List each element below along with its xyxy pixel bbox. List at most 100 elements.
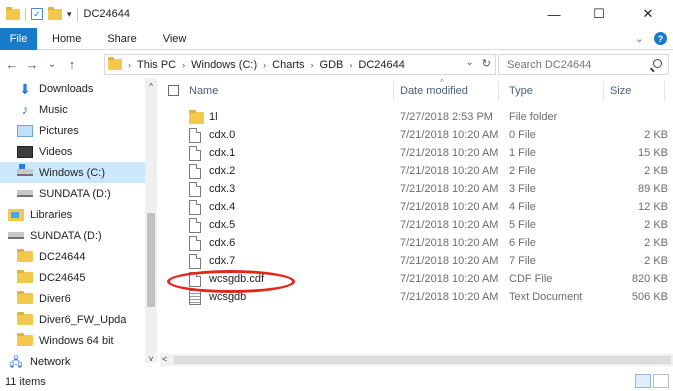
new-folder-icon[interactable] xyxy=(48,6,62,20)
search-input[interactable] xyxy=(507,58,647,71)
sidebar-item-sundata-d[interactable]: SUNDATA (D:) xyxy=(0,183,158,204)
sidebar-item-dc24645[interactable]: DC24645 xyxy=(0,267,158,288)
file-name: 1l xyxy=(209,111,218,123)
column-divider[interactable] xyxy=(498,81,499,101)
file-date: 7/21/2018 10:20 AM xyxy=(400,237,499,249)
file-row-cdx4[interactable]: cdx.4 7/21/2018 10:20 AM 4 File 12 KB xyxy=(160,199,673,217)
sidebar-item-sundata-d-root[interactable]: SUNDATA (D:) xyxy=(0,225,158,246)
scroll-up-arrow[interactable]: ^ xyxy=(145,82,157,91)
sidebar-item-dc24644[interactable]: DC24644 xyxy=(0,246,158,267)
sidebar-item-label: Windows (C:) xyxy=(39,166,106,179)
sidebar-item-music[interactable]: ♪ Music xyxy=(0,99,158,120)
folder-icon xyxy=(17,312,33,325)
breadcrumb-this-pc[interactable]: This PC xyxy=(137,59,176,71)
file-row-1l[interactable]: 1l 7/27/2018 2:53 PM File folder xyxy=(160,109,673,127)
back-button[interactable]: ← xyxy=(2,57,22,72)
file-row-cdx5[interactable]: cdx.5 7/21/2018 10:20 AM 5 File 2 KB xyxy=(160,217,673,235)
drive-icon xyxy=(8,232,24,239)
refresh-icon[interactable]: ↻ xyxy=(482,57,491,70)
breadcrumb-separator[interactable]: › xyxy=(128,60,131,70)
file-type: File folder xyxy=(509,111,558,123)
recent-locations-button[interactable]: ⌄ xyxy=(42,59,62,70)
forward-button[interactable]: → xyxy=(22,57,42,72)
file-type: 7 File xyxy=(509,255,536,267)
file-icon xyxy=(189,218,201,233)
column-divider[interactable] xyxy=(664,81,665,101)
details-view-icon[interactable] xyxy=(635,374,651,388)
file-type: 3 File xyxy=(509,183,536,195)
sidebar-item-diver6-fw[interactable]: Diver6_FW_Upda xyxy=(0,309,158,330)
address-dropdown-icon[interactable]: ⌄ xyxy=(465,57,473,70)
column-divider[interactable] xyxy=(603,81,604,101)
file-name: cdx.2 xyxy=(209,165,236,177)
file-row-cdx0[interactable]: cdx.0 7/21/2018 10:20 AM 0 File 2 KB xyxy=(160,127,673,145)
horizontal-scrollbar-thumb[interactable] xyxy=(174,356,671,364)
sidebar-item-downloads[interactable]: ⬇ Downloads xyxy=(0,78,158,99)
breadcrumb-gdb[interactable]: GDB xyxy=(320,59,344,71)
sidebar-item-network[interactable]: 🖧 Network xyxy=(0,351,158,372)
breadcrumb-windows-c[interactable]: Windows (C:) xyxy=(191,59,257,71)
sidebar-item-label: Diver6 xyxy=(39,292,71,305)
tab-view[interactable]: View xyxy=(150,33,200,45)
file-row-cdx7[interactable]: cdx.7 7/21/2018 10:20 AM 7 File 2 KB xyxy=(160,253,673,271)
breadcrumb-charts[interactable]: Charts xyxy=(272,59,304,71)
file-type: 6 File xyxy=(509,237,536,249)
select-all-checkbox[interactable] xyxy=(168,85,179,96)
sidebar-item-windows-64[interactable]: Windows 64 bit xyxy=(0,330,158,351)
scroll-left-arrow[interactable]: < xyxy=(162,354,167,364)
file-size: 2 KB xyxy=(644,219,668,231)
properties-check-icon[interactable]: ✓ xyxy=(31,8,43,20)
search-icon[interactable] xyxy=(653,59,662,68)
folder-icon xyxy=(17,270,33,283)
breadcrumb-separator[interactable]: › xyxy=(182,60,185,70)
view-switcher xyxy=(635,374,669,388)
file-name: cdx.4 xyxy=(209,201,236,213)
file-icon xyxy=(189,128,201,143)
nav-scrollbar-thumb[interactable] xyxy=(147,213,155,307)
breadcrumb-separator[interactable]: › xyxy=(349,60,352,70)
file-size: 12 KB xyxy=(638,201,668,213)
column-header-type[interactable]: Type xyxy=(509,78,533,104)
column-divider[interactable] xyxy=(393,81,394,101)
file-row-cdx6[interactable]: cdx.6 7/21/2018 10:20 AM 6 File 2 KB xyxy=(160,235,673,253)
file-date: 7/21/2018 10:20 AM xyxy=(400,183,499,195)
sidebar-item-windows-c[interactable]: Windows (C:) xyxy=(0,162,145,183)
customize-toolbar-arrow[interactable]: ▾ xyxy=(67,9,72,20)
column-header-date[interactable]: Date modified xyxy=(400,78,468,104)
column-header-name[interactable]: Name xyxy=(189,78,218,104)
title-bar: ✓ ▾ DC24644 — ☐ ✕ xyxy=(0,0,673,28)
breadcrumb-dc24644[interactable]: DC24644 xyxy=(358,59,404,71)
ribbon-right: ⌄ ? xyxy=(635,32,667,45)
close-button[interactable]: ✕ xyxy=(625,0,671,28)
file-row-cdx2[interactable]: cdx.2 7/21/2018 10:20 AM 2 File 2 KB xyxy=(160,163,673,181)
minimize-button[interactable]: — xyxy=(531,0,577,28)
search-box[interactable] xyxy=(498,54,669,75)
sidebar-item-pictures[interactable]: Pictures xyxy=(0,120,158,141)
breadcrumb-separator[interactable]: › xyxy=(263,60,266,70)
help-icon[interactable]: ? xyxy=(654,32,667,45)
file-size: 506 KB xyxy=(631,291,668,303)
tab-home[interactable]: Home xyxy=(37,33,94,45)
folder-icon xyxy=(17,291,33,304)
tab-share[interactable]: Share xyxy=(94,33,149,45)
address-bar[interactable]: › This PC › Windows (C:) › Charts › GDB … xyxy=(104,54,496,75)
tab-file[interactable]: File xyxy=(0,27,37,50)
breadcrumb-separator[interactable]: › xyxy=(311,60,314,70)
up-button[interactable]: ↑ xyxy=(62,57,82,72)
sidebar-item-diver6[interactable]: Diver6 xyxy=(0,288,158,309)
file-type: 1 File xyxy=(509,147,536,159)
sidebar-item-label: Downloads xyxy=(39,82,94,95)
sidebar-item-label: DC24645 xyxy=(39,271,86,284)
folder-icon xyxy=(189,110,204,124)
maximize-button[interactable]: ☐ xyxy=(576,0,622,28)
sidebar-item-videos[interactable]: Videos xyxy=(0,141,158,162)
large-icons-view-icon[interactable] xyxy=(653,374,669,388)
expand-ribbon-icon[interactable]: ⌄ xyxy=(635,32,644,45)
folder-icon xyxy=(17,249,33,262)
file-row-cdx3[interactable]: cdx.3 7/21/2018 10:20 AM 3 File 89 KB xyxy=(160,181,673,199)
sidebar-item-libraries[interactable]: Libraries xyxy=(0,204,158,225)
file-size: 2 KB xyxy=(644,165,668,177)
file-row-cdx1[interactable]: cdx.1 7/21/2018 10:20 AM 1 File 15 KB xyxy=(160,145,673,163)
scroll-down-arrow[interactable]: v xyxy=(145,354,157,363)
column-header-size[interactable]: Size xyxy=(610,78,631,104)
